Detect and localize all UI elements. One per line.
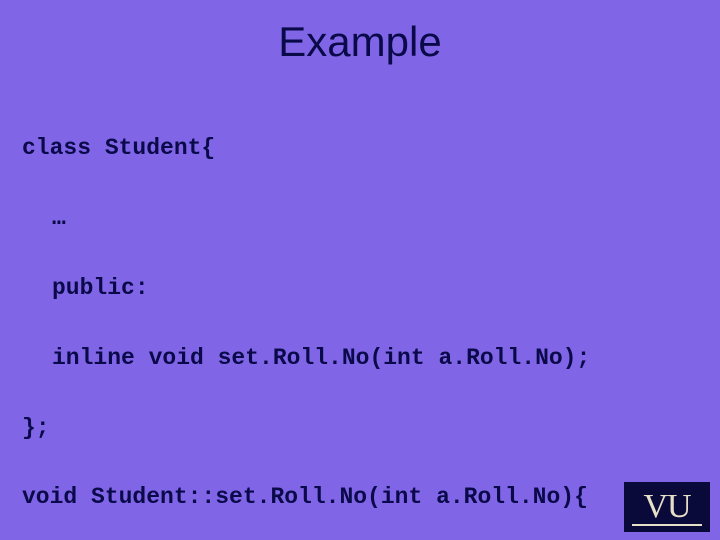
vu-logo: VU (624, 482, 710, 532)
code-block: class Student{ … public: inline void set… (0, 96, 720, 540)
code-line: void Student::set.Roll.No(int a.Roll.No)… (22, 480, 698, 515)
code-line: inline void set.Roll.No(int a.Roll.No); (22, 341, 698, 376)
slide-title: Example (0, 0, 720, 96)
code-line: public: (22, 271, 698, 306)
vu-logo-underline (632, 524, 702, 526)
code-line: }; (22, 411, 698, 446)
code-line: class Student{ (22, 131, 698, 166)
vu-logo-text: VU (643, 488, 690, 526)
code-line: … (22, 201, 698, 236)
